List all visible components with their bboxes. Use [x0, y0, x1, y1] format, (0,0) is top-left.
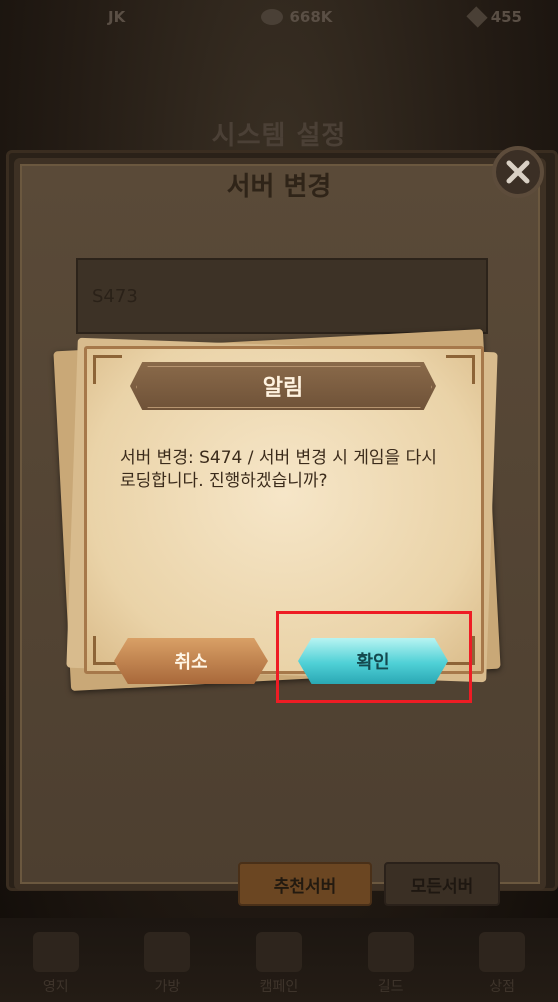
nav-label: 길드	[377, 979, 404, 995]
swords-icon	[255, 932, 302, 972]
gold-counter: 668K	[261, 8, 332, 26]
highlight-box	[276, 611, 472, 703]
gem-counter: 455	[466, 6, 522, 28]
cancel-button[interactable]: 취소	[114, 638, 268, 684]
nav-item-shop[interactable]: 상점	[457, 920, 547, 996]
guild-icon	[367, 932, 414, 972]
gold-value: 668K	[289, 8, 333, 26]
nav-item-campaign[interactable]: 캠페인	[234, 920, 324, 996]
corner-ornament	[446, 355, 475, 384]
close-icon	[506, 160, 530, 184]
nav-label: 캠페인	[259, 979, 299, 995]
nav-item-bag[interactable]: 가방	[122, 920, 212, 996]
current-server-field[interactable]: S473	[76, 258, 488, 334]
player-name: JK	[108, 8, 126, 26]
nav-label: 상점	[489, 979, 516, 995]
gem-icon	[466, 6, 488, 28]
tab-recommended-servers[interactable]: 추천서버	[238, 862, 372, 906]
server-change-title: 서버 변경	[226, 172, 332, 202]
castle-icon	[32, 932, 79, 972]
alert-title: 알림	[262, 376, 304, 401]
bottom-nav: 영지 가방 캠페인 길드 상점	[0, 918, 558, 1002]
bag-icon	[144, 932, 191, 972]
nav-item-guild[interactable]: 길드	[346, 920, 436, 996]
corner-ornament	[93, 355, 122, 384]
gem-value: 455	[490, 8, 522, 26]
nav-label: 영지	[42, 979, 69, 995]
shop-icon	[479, 932, 526, 972]
nav-label: 가방	[154, 979, 181, 995]
top-hud: JK 668K 455	[0, 0, 558, 34]
tab-all-servers[interactable]: 모든서버	[384, 862, 500, 906]
nav-item-territory[interactable]: 영지	[11, 920, 101, 996]
gold-icon	[261, 9, 284, 25]
alert-message: 서버 변경: S474 / 서버 변경 시 게임을 다시 로딩합니다. 진행하겠…	[120, 448, 437, 491]
close-button[interactable]	[492, 146, 544, 198]
system-settings-title: 시스템 설정	[211, 121, 347, 151]
